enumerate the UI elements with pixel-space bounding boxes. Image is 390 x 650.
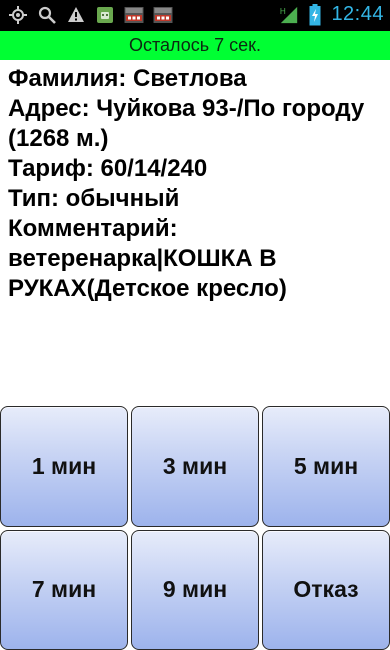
search-icon xyxy=(37,5,57,25)
taximeter-icon xyxy=(124,5,144,25)
eta-1-min-button[interactable]: 1 мин xyxy=(0,406,128,527)
address-distance: (1268 м.) xyxy=(8,125,109,152)
eta-9-min-button[interactable]: 9 мин xyxy=(131,529,259,650)
response-buttons: 1 мин 3 мин 5 мин 7 мин 9 мин Отказ xyxy=(0,406,390,650)
status-bar: H 12:44 xyxy=(0,0,390,31)
eta-3-min-button[interactable]: 3 мин xyxy=(131,406,259,527)
eta-7-min-button[interactable]: 7 мин xyxy=(0,529,128,650)
taximeter-icon xyxy=(153,5,173,25)
battery-icon xyxy=(305,3,325,25)
comment-text: РУКАХ(Детское кресло) xyxy=(8,275,287,302)
clock: 12:44 xyxy=(331,3,384,25)
order-details: Фамилия: Светлова Адрес: Чуйкова 93-/По … xyxy=(8,64,386,304)
address-line: Адрес: Чуйкова 93-/По городу xyxy=(8,95,365,122)
comment-label: Комментарий: xyxy=(8,215,178,242)
countdown-banner: Осталось 7 сек. xyxy=(0,31,390,60)
tariff: Тариф: 60/14/240 xyxy=(8,155,208,182)
customer-name: Фамилия: Светлова xyxy=(8,65,247,92)
warning-icon xyxy=(66,5,86,25)
android-icon xyxy=(95,5,115,25)
notification-icons xyxy=(8,5,173,25)
gps-icon xyxy=(8,5,28,25)
svg-text:H: H xyxy=(280,7,286,16)
order-type: Тип: обычный xyxy=(8,185,180,212)
system-icons: H 12:44 xyxy=(279,3,384,26)
signal-icon: H xyxy=(279,5,299,25)
eta-5-min-button[interactable]: 5 мин xyxy=(262,406,390,527)
decline-button[interactable]: Отказ xyxy=(262,529,390,650)
comment-text: ветеренарка|КОШКА В xyxy=(8,245,277,272)
